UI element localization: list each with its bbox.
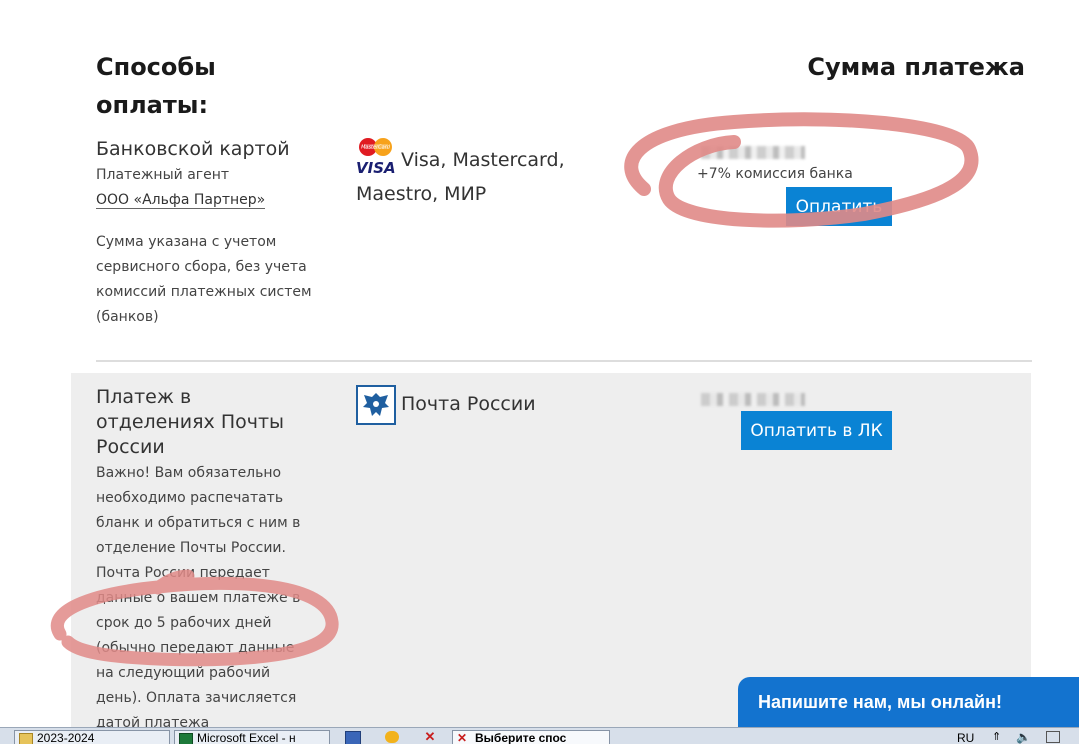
app-icon[interactable] (385, 731, 399, 743)
close-icon[interactable]: ✕ (423, 730, 437, 743)
tray-expand-icon[interactable]: ⇑ (992, 731, 1006, 743)
pay-in-account-button[interactable]: Оплатить в ЛК (741, 411, 892, 450)
eagle-icon (363, 393, 389, 416)
annotation-circle-deadline (51, 569, 339, 667)
card-method-title: Банковской картой (96, 138, 290, 160)
chat-widget[interactable]: Напишите нам, мы онлайн! (738, 677, 1079, 727)
folder-icon (19, 733, 33, 744)
payment-methods-title: Способы оплаты: (96, 53, 216, 119)
card-fee-note: Сумма указана с учетом сервисного сбора,… (96, 234, 312, 325)
taskbar-item-label: 2023-2024 (37, 731, 95, 744)
card-networks: Visa, Mastercard, Maestro, МИР (356, 149, 565, 205)
post-provider: Почта России (401, 393, 536, 415)
language-indicator[interactable]: RU (957, 731, 974, 744)
taskbar-item-label: Выберите спос (475, 731, 567, 744)
agent-label: Платежный агент (96, 167, 230, 183)
word-icon[interactable] (345, 731, 361, 744)
agent-link[interactable]: ООО «Альфа Партнер» (96, 192, 266, 209)
excel-icon (179, 733, 193, 744)
taskbar-item-label: Microsoft Excel - н (197, 731, 296, 744)
post-method-title: Платеж в отделениях Почты России (96, 386, 285, 458)
russian-post-logo (356, 385, 396, 425)
taskbar: 2023-2024 Microsoft Excel - н ✕ ✕ Выбери… (0, 727, 1079, 744)
network-icon[interactable] (1046, 731, 1060, 743)
taskbar-item-excel[interactable]: Microsoft Excel - н (174, 730, 330, 744)
payment-sum-title: Сумма платежа (807, 53, 1025, 81)
section-divider (96, 360, 1032, 362)
post-amount-blurred (701, 393, 805, 406)
volume-icon[interactable]: 🔈 (1016, 731, 1031, 743)
taskbar-item-folder[interactable]: 2023-2024 (14, 730, 170, 744)
taskbar-item-browser[interactable]: ✕ Выберите спос (452, 730, 610, 744)
browser-close-icon: ✕ (457, 731, 468, 744)
annotation-circle-amount (624, 112, 979, 228)
